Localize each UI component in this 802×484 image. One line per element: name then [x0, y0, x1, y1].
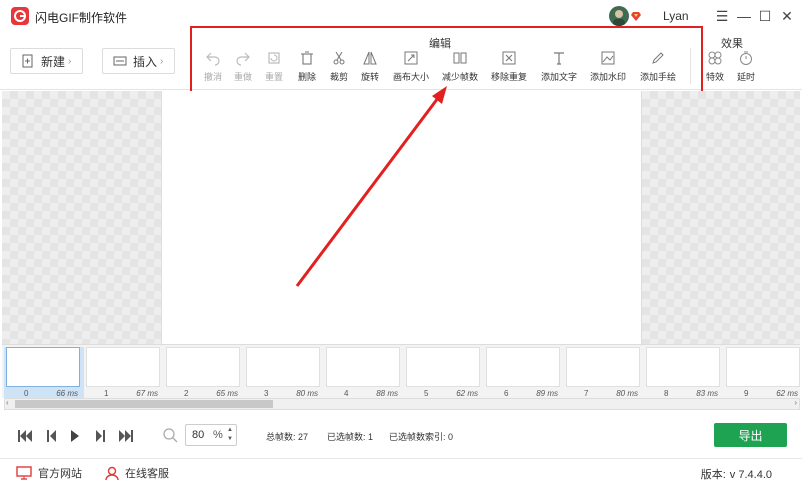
delay-button[interactable]: 延时 [726, 50, 766, 83]
frame-thumbnail[interactable]: 9 62 ms [724, 347, 802, 399]
frame-strip-scrollbar[interactable]: ‹ › [4, 398, 800, 410]
next-frame-icon[interactable] [92, 429, 108, 443]
export-button[interactable]: 导出 [714, 423, 787, 447]
version-label: 版本: [700, 469, 726, 481]
new-button-label: 新建 [41, 54, 66, 69]
frame-thumbnail-image [6, 347, 80, 387]
frame-thumbnail-image [726, 347, 800, 387]
effect-group-title: 效果 [721, 38, 743, 50]
frame-duration: 88 ms [376, 389, 398, 398]
minimize-icon[interactable]: — [734, 6, 754, 26]
frame-duration: 80 ms [616, 389, 638, 398]
first-frame-icon[interactable] [17, 429, 33, 443]
zoom-down-icon[interactable]: ▼ [227, 436, 233, 442]
frame-thumbnail-image [166, 347, 240, 387]
frame-thumbnail-image [246, 347, 320, 387]
vip-diamond-icon[interactable] [631, 11, 641, 21]
scrollbar-thumb[interactable] [15, 400, 273, 408]
monitor-icon [16, 466, 32, 480]
frame-duration: 66 ms [56, 389, 78, 398]
chevron-right-icon: › [68, 55, 72, 67]
play-icon[interactable] [67, 429, 83, 443]
frame-index: 3 [264, 389, 269, 398]
app-title: 闪电GIF制作软件 [35, 11, 127, 25]
delay-label: 延时 [736, 72, 755, 82]
selected-frame-index: 已选帧数索引: 0 [389, 432, 454, 442]
effects-icon [708, 51, 722, 65]
frame-thumbnail-image [86, 347, 160, 387]
frame-thumbnail[interactable]: 4 88 ms [324, 347, 404, 399]
frame-index: 8 [664, 389, 669, 398]
frame-thumbnail-image [486, 347, 560, 387]
support-person-icon [105, 466, 119, 480]
version-value: v 7.4.4.0 [729, 469, 772, 481]
frame-thumbnail[interactable]: 6 89 ms [484, 347, 564, 399]
zoom-value[interactable]: 80 [192, 429, 204, 441]
frame-strip: 0 66 ms 1 67 ms 2 65 ms 3 80 ms 4 88 ms 5 62 ms 6 89 … [2, 344, 802, 399]
official-website-label: 官方网站 [38, 468, 82, 480]
frame-duration: 89 ms [536, 389, 558, 398]
new-file-icon [22, 54, 33, 68]
frame-duration: 80 ms [296, 389, 318, 398]
frame-index: 0 [24, 389, 29, 398]
total-frames: 总帧数: 27 [266, 432, 309, 442]
frame-thumbnail-image [566, 347, 640, 387]
timer-icon [740, 51, 752, 65]
maximize-icon[interactable]: ☐ [755, 6, 775, 26]
insert-icon [113, 56, 127, 66]
edit-group-highlight [190, 26, 703, 100]
zoom-icon [163, 428, 178, 443]
frame-index: 2 [184, 389, 189, 398]
frame-index: 7 [584, 389, 589, 398]
zoom-up-icon[interactable]: ▲ [227, 427, 233, 433]
frame-duration: 65 ms [216, 389, 238, 398]
frame-index: 5 [424, 389, 429, 398]
frame-canvas[interactable] [161, 91, 642, 344]
frame-thumbnail[interactable]: 8 83 ms [644, 347, 724, 399]
username[interactable]: Lyan [663, 9, 689, 23]
avatar[interactable] [609, 6, 629, 26]
frame-duration: 62 ms [776, 389, 798, 398]
menu-icon[interactable]: ☰ [712, 6, 732, 26]
frame-thumbnail-image [326, 347, 400, 387]
version-info: 版本: v 7.4.4.0 [701, 466, 772, 482]
playback-bar: 80 % ▲ ▼ 总帧数: 27 已选帧数: 1 已选帧数索引: 0 导出 [0, 412, 802, 458]
status-bar: 官方网站 在线客服 版本: v 7.4.4.0 [0, 458, 802, 484]
frame-thumbnail-image [406, 347, 480, 387]
official-website-link[interactable]: 官方网站 [16, 465, 82, 481]
scroll-right-icon[interactable]: › [794, 398, 797, 407]
frame-index: 9 [744, 389, 749, 398]
chevron-right-icon: › [160, 55, 164, 67]
close-icon[interactable]: ✕ [777, 6, 797, 26]
new-button[interactable]: 新建 › [10, 48, 83, 74]
frame-thumbnail[interactable]: 3 80 ms [244, 347, 324, 399]
frame-thumbnail[interactable]: 5 62 ms [404, 347, 484, 399]
online-support-link[interactable]: 在线客服 [105, 465, 169, 481]
frame-index: 4 [344, 389, 349, 398]
zoom-stepper[interactable]: 80 % ▲ ▼ [185, 424, 237, 446]
frame-thumbnail[interactable]: 0 66 ms [4, 347, 84, 399]
frame-index: 1 [104, 389, 109, 398]
insert-button-label: 插入 [133, 54, 158, 69]
scroll-left-icon[interactable]: ‹ [6, 398, 9, 407]
app-logo-icon [11, 7, 29, 25]
insert-button[interactable]: 插入 › [102, 48, 175, 74]
frame-thumbnail[interactable]: 1 67 ms [84, 347, 164, 399]
frame-index: 6 [504, 389, 509, 398]
frame-thumbnail-image [646, 347, 720, 387]
previous-frame-icon[interactable] [44, 429, 60, 443]
online-support-label: 在线客服 [125, 468, 169, 480]
zoom-unit: % [213, 429, 223, 441]
last-frame-icon[interactable] [118, 429, 134, 443]
frame-duration: 62 ms [456, 389, 478, 398]
selected-frames: 已选帧数: 1 [327, 432, 374, 442]
frame-duration: 83 ms [696, 389, 718, 398]
frame-thumbnail[interactable]: 7 80 ms [564, 347, 644, 399]
frame-thumbnail[interactable]: 2 65 ms [164, 347, 244, 399]
frame-duration: 67 ms [136, 389, 158, 398]
